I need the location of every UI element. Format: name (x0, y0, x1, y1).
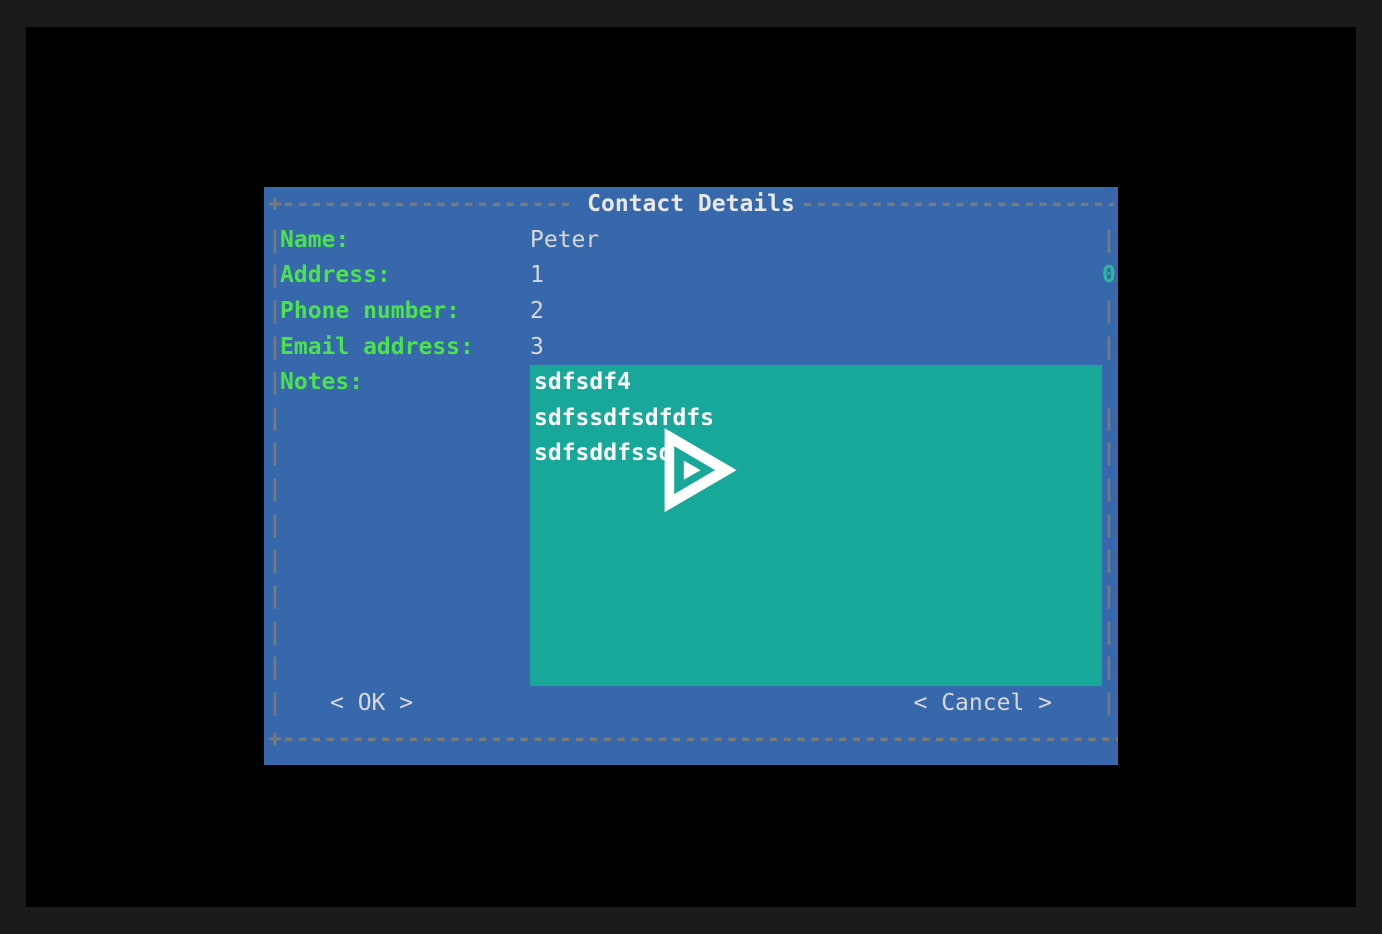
contact-details-dialog: +--------------------- Contact Details -… (264, 187, 1118, 765)
phone-input[interactable]: 2 (530, 294, 1102, 330)
app-frame: +--------------------- Contact Details -… (26, 27, 1356, 907)
dialog-bottom-border: +---------------------------------------… (264, 722, 1118, 758)
name-label: Name: (280, 223, 530, 259)
border-right: | (1102, 686, 1114, 722)
email-label: Email address: (280, 330, 530, 366)
ok-button[interactable]: < OK > (330, 686, 413, 722)
border-right: | (1102, 330, 1114, 366)
notes-label: Notes: (280, 365, 530, 401)
border-right: | (1102, 223, 1114, 259)
cancel-button[interactable]: < Cancel > (914, 686, 1052, 722)
border-right: | (1102, 294, 1114, 330)
address-label: Address: (280, 258, 530, 294)
address-row: | Address: 1 0 (264, 258, 1118, 294)
email-row: | Email address: 3 | (264, 330, 1118, 366)
play-icon (631, 410, 751, 530)
border-left: | (268, 294, 280, 330)
play-button-overlay[interactable] (631, 410, 751, 542)
button-row: | < OK > < Cancel > | (264, 686, 1118, 722)
border-left: | (268, 258, 280, 294)
name-input[interactable]: Peter (530, 223, 1102, 259)
phone-label: Phone number: (280, 294, 530, 330)
dialog-title-border: +--------------------- Contact Details -… (264, 187, 1118, 223)
address-input[interactable]: 1 (530, 258, 1102, 294)
phone-row: | Phone number: 2 | (264, 294, 1118, 330)
dialog-title: Contact Details (581, 187, 801, 223)
border-left: | (268, 365, 280, 401)
notes-textarea[interactable]: sdfsdf4 sdfssdfsdfdfs sdfsddfssds (530, 365, 1102, 686)
scroll-indicator: 0 (1102, 258, 1114, 294)
email-input[interactable]: 3 (530, 330, 1102, 366)
border-left: | (268, 686, 280, 722)
border-left: | (268, 330, 280, 366)
name-row: | Name: Peter | (264, 223, 1118, 259)
border-left: | (268, 223, 280, 259)
